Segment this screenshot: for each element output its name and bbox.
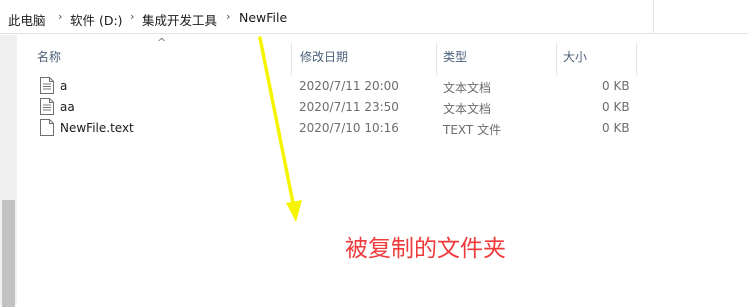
- annotation-label: 被复制的文件夹: [345, 236, 506, 262]
